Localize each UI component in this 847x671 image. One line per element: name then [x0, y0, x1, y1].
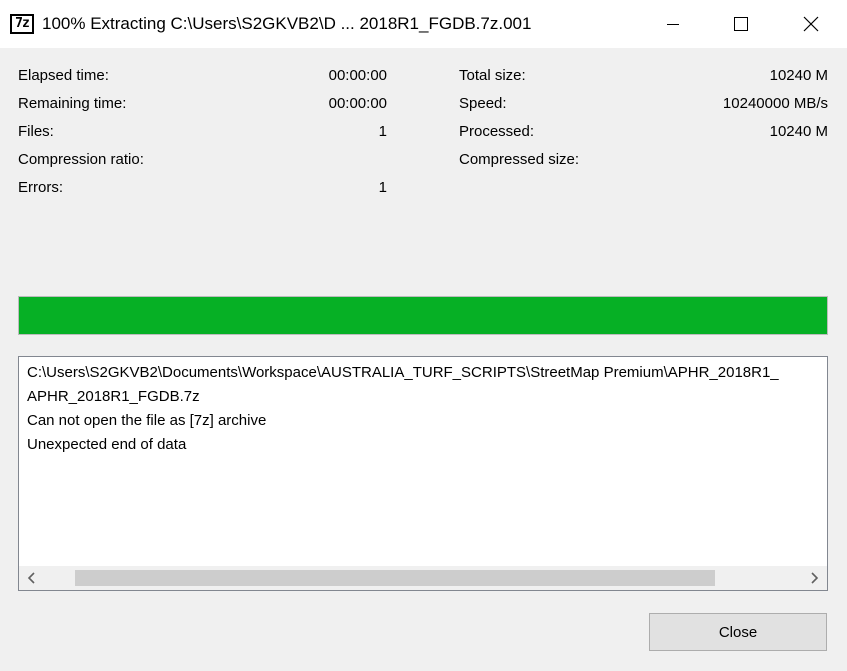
- total-size-label: Total size:: [459, 67, 526, 84]
- extraction-dialog: 7z 100% Extracting C:\Users\S2GKVB2\D ..…: [0, 0, 847, 671]
- remaining-time-value: 00:00:00: [328, 95, 387, 112]
- compressed-size-label: Compressed size:: [459, 151, 580, 168]
- files-label: Files:: [18, 123, 54, 140]
- remaining-time-label: Remaining time:: [18, 95, 127, 112]
- errors-value: 1: [378, 179, 387, 196]
- chevron-right-icon: [811, 572, 819, 584]
- processed-value: 10240 M: [769, 123, 828, 140]
- chevron-left-icon: [27, 572, 35, 584]
- log-line: C:\Users\S2GKVB2\Documents\Workspace\AUS…: [27, 364, 779, 381]
- message-log[interactable]: C:\Users\S2GKVB2\Documents\Workspace\AUS…: [18, 356, 828, 591]
- compression-ratio-label: Compression ratio:: [18, 151, 144, 168]
- close-button[interactable]: Close: [649, 613, 827, 651]
- scrollbar-thumb[interactable]: [75, 570, 715, 586]
- maximize-icon: [734, 17, 748, 31]
- close-icon: [803, 16, 819, 32]
- log-line: Unexpected end of data: [27, 436, 187, 453]
- log-line: APHR_2018R1_FGDB.7z: [27, 388, 200, 405]
- window-title: 100% Extracting C:\Users\S2GKVB2\D ... 2…: [42, 14, 532, 33]
- scroll-right-button[interactable]: [801, 566, 827, 590]
- scroll-left-button[interactable]: [19, 566, 45, 590]
- minimize-button[interactable]: [650, 0, 696, 48]
- progress-bar-fill: [19, 297, 827, 334]
- log-line: Can not open the file as [7z] archive: [27, 412, 267, 429]
- title-bar[interactable]: 7z 100% Extracting C:\Users\S2GKVB2\D ..…: [0, 0, 847, 48]
- files-value: 1: [378, 123, 387, 140]
- elapsed-time-value: 00:00:00: [328, 67, 387, 84]
- progress-bar: [18, 296, 828, 335]
- message-log-lines: C:\Users\S2GKVB2\Documents\Workspace\AUS…: [27, 361, 827, 457]
- elapsed-time-label: Elapsed time:: [18, 67, 109, 84]
- errors-label: Errors:: [18, 179, 63, 196]
- maximize-button[interactable]: [718, 0, 764, 48]
- app-7z-icon: 7z: [10, 14, 34, 34]
- speed-value: 10240000 MB/s: [722, 95, 828, 112]
- speed-label: Speed:: [459, 95, 507, 112]
- minimize-icon: [667, 24, 679, 25]
- processed-label: Processed:: [459, 123, 535, 140]
- horizontal-scrollbar[interactable]: [19, 566, 827, 590]
- total-size-value: 10240 M: [769, 67, 828, 84]
- close-window-button[interactable]: [788, 0, 834, 48]
